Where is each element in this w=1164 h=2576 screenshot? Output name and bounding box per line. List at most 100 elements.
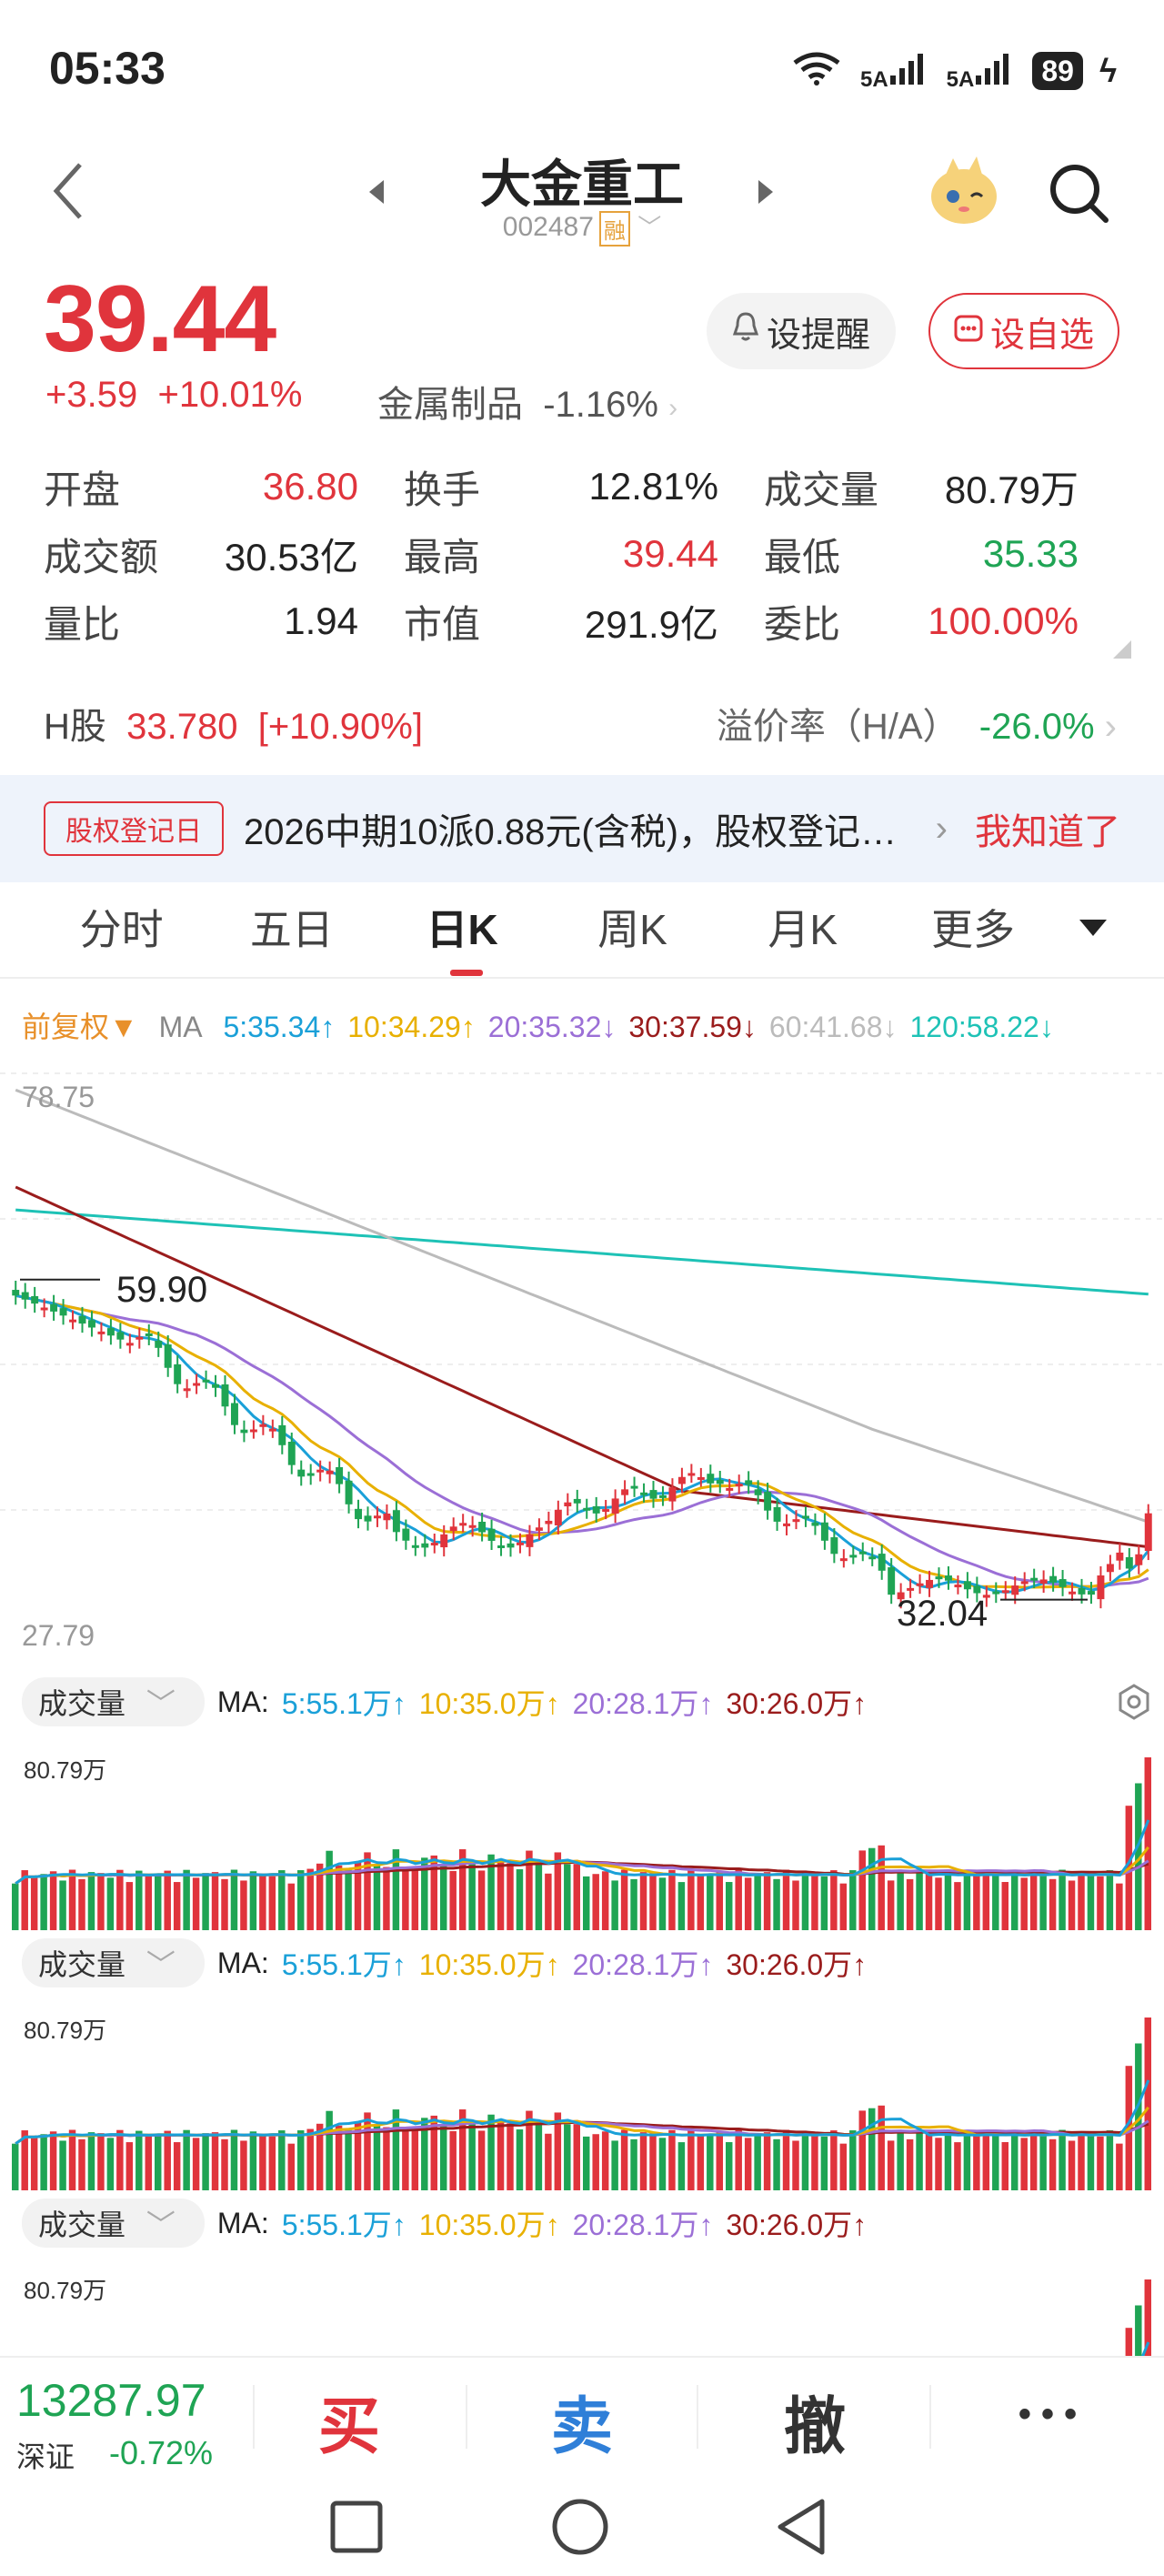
volume-bar — [906, 2138, 914, 2190]
volume-chart[interactable] — [0, 1728, 1164, 1930]
margin-badge: 融 — [598, 210, 630, 247]
home-button[interactable] — [551, 2498, 609, 2561]
candle-body — [916, 1583, 924, 1586]
candle-body — [830, 1537, 838, 1555]
tab-daily-k[interactable]: 日K — [377, 881, 547, 978]
volume-bar — [278, 2130, 286, 2190]
cancel-order-button[interactable]: 撤 — [724, 2376, 906, 2466]
volume-bar — [497, 2119, 505, 2190]
volume-bar — [373, 2126, 381, 2190]
buy-button[interactable]: 买 — [258, 2376, 440, 2466]
stat-value: 39.44 — [622, 532, 718, 575]
volume-bar — [611, 2140, 618, 2190]
volume-bar — [49, 1871, 57, 1930]
ma20-line — [15, 1293, 1149, 1588]
settings-icon[interactable] — [1115, 1683, 1153, 1726]
volume-chart[interactable] — [0, 2250, 1164, 2356]
candle-body — [516, 1542, 524, 1545]
more-button[interactable]: • • • — [957, 2394, 1139, 2435]
search-icon[interactable] — [1046, 160, 1111, 230]
volume-chart[interactable] — [0, 1988, 1164, 2190]
mascot-avatar[interactable] — [926, 153, 1002, 234]
candle-body — [811, 1522, 819, 1526]
stat-label: 成交额 — [44, 535, 159, 579]
volume-bar — [773, 1878, 780, 1930]
volume-header-2: 成交量 ﹀ MA: 5:55.1万↑ 10:35.0万↑ 20:28.1万↑ 30:2… — [22, 1937, 892, 1988]
candle-body — [592, 1505, 600, 1514]
add-watchlist-button[interactable]: 设自选 — [928, 293, 1119, 369]
stat-cell: 最高 39.44 — [404, 527, 764, 582]
stat-label: 成交量 — [764, 468, 879, 511]
tab-intraday[interactable]: 分时 — [36, 881, 206, 978]
dismiss-notice-button[interactable]: 我知道了 — [975, 802, 1120, 855]
volume-ma-value: 5:55.1万↑ — [281, 1687, 406, 1720]
volume-bar — [849, 2130, 857, 2190]
volume-indicator-selector[interactable]: 成交量 ﹀ — [22, 1938, 205, 1987]
candlestick-chart[interactable] — [0, 1064, 1164, 1665]
volume-bar — [326, 2110, 333, 2190]
volume-bar — [30, 2136, 38, 2190]
volume-bar — [287, 2143, 295, 2190]
candle-body — [849, 1555, 858, 1558]
candle-body — [421, 1543, 429, 1548]
volume-bar — [507, 1863, 514, 1930]
volume-bar — [1068, 1880, 1076, 1930]
volume-bar — [402, 2127, 409, 2190]
tab-weekly-k[interactable]: 周K — [547, 881, 717, 978]
set-alert-button[interactable]: 设提醒 — [707, 293, 896, 369]
volume-bar — [402, 1867, 409, 1930]
volume-indicator-selector[interactable]: 成交量 ﹀ — [22, 1677, 205, 1726]
volume-bar — [1020, 1877, 1028, 1930]
volume-bar — [773, 2138, 780, 2190]
recent-apps-button[interactable] — [329, 2500, 384, 2559]
volume-bar — [135, 1870, 143, 1930]
ma-value: 20:35.32↓ — [487, 1011, 617, 1043]
next-stock-icon[interactable] — [755, 178, 777, 210]
volume-bar — [155, 1875, 162, 1930]
candle-body — [116, 1332, 125, 1340]
candle-body — [783, 1523, 791, 1526]
volume-bar — [326, 1850, 333, 1930]
volume-bar — [449, 2130, 457, 2190]
dividend-notice[interactable]: 股权登记日 2026中期10派0.88元(含税)，股权登记日... › 我知道了 — [0, 775, 1164, 882]
volume-bar — [173, 2142, 181, 2190]
volume-bar — [1087, 1874, 1095, 1930]
stat-label: 开盘 — [44, 468, 121, 511]
volume-bar — [507, 2123, 514, 2190]
tab-more[interactable]: 更多 — [888, 881, 1058, 978]
volume-bar — [116, 2129, 124, 2190]
volume-bar — [916, 2132, 923, 2190]
volume-bar — [820, 2136, 828, 2190]
volume-ma5-line — [15, 1819, 1150, 1885]
sell-button[interactable]: 卖 — [491, 2376, 673, 2466]
back-nav-button[interactable] — [775, 2498, 829, 2561]
tab-five-day[interactable]: 五日 — [206, 881, 376, 978]
candle-body — [1097, 1575, 1105, 1600]
volume-bar — [754, 1873, 761, 1930]
tab-monthly-k[interactable]: 月K — [717, 881, 888, 978]
candle-body — [316, 1469, 325, 1473]
set-alert-label: 设提醒 — [766, 316, 870, 355]
stat-cell: 市值 291.9亿 — [404, 594, 764, 649]
volume-bar — [620, 1869, 628, 1930]
volume-bar — [259, 2134, 266, 2190]
sector-link[interactable]: 金属制品 -1.16% › — [377, 375, 677, 428]
volume-bar — [639, 2132, 647, 2190]
volume-ma-value: 20:28.1万↑ — [572, 1687, 714, 1720]
h-share-quote: H股 33.780 [+10.90%] — [44, 697, 423, 750]
caret-down-icon[interactable] — [1059, 918, 1128, 942]
candle-body — [754, 1489, 762, 1495]
volume-bar — [335, 1865, 343, 1930]
volume-indicator-selector[interactable]: 成交量 ﹀ — [22, 2199, 205, 2248]
candle-body — [221, 1384, 229, 1407]
candle-body — [944, 1575, 952, 1581]
volume-bar — [40, 1874, 47, 1930]
price-adjust-selector[interactable]: 前复权▼ — [22, 1011, 138, 1043]
volume-bar — [1097, 2136, 1104, 2190]
candle-body — [478, 1521, 487, 1533]
volume-ma-label: MA: — [216, 2206, 269, 2239]
h-share-row[interactable]: H股 33.780 [+10.90%] 溢价率（H/A） -26.0% › — [44, 697, 1117, 750]
volume-bar — [687, 2130, 695, 2190]
stat-cell: 委比 100.00% — [764, 594, 1124, 649]
stat-value: 1.94 — [284, 599, 358, 642]
